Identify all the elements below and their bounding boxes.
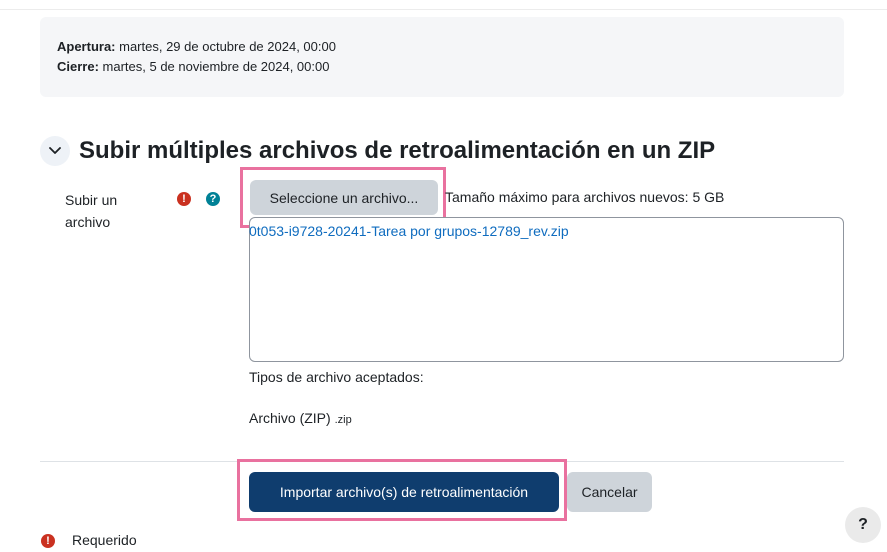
section-title: Subir múltiples archivos de retroaliment… [79, 137, 716, 164]
max-size-note: Tamaño máximo para archivos nuevos: 5 GB [445, 189, 725, 205]
chevron-down-icon[interactable] [40, 136, 70, 166]
section-header[interactable]: Subir múltiples archivos de retroaliment… [40, 136, 715, 166]
opening-date: Apertura: martes, 29 de octubre de 2024,… [57, 39, 336, 54]
required-legend-icon: ! [41, 534, 55, 548]
required-legend: Requerido [72, 532, 137, 548]
cancel-button[interactable]: Cancelar [567, 472, 652, 512]
uploaded-file-link[interactable]: 0t053-i9728-20241-Tarea por grupos-12789… [249, 223, 569, 239]
help-icon[interactable]: ? [206, 192, 220, 206]
accepted-type: Archivo (ZIP) .zip [249, 410, 352, 426]
dates-info-box: Apertura: martes, 29 de octubre de 2024,… [40, 17, 844, 97]
help-fab-button[interactable]: ? [845, 507, 881, 543]
import-button-highlight [237, 459, 567, 521]
closing-date: Cierre: martes, 5 de noviembre de 2024, … [57, 59, 330, 74]
top-divider [0, 9, 887, 10]
required-icon: ! [177, 192, 191, 206]
accepted-types-label: Tipos de archivo aceptados: [249, 369, 424, 385]
upload-field-label: Subir un archivo [65, 192, 118, 230]
file-drop-area[interactable]: 0t053-i9728-20241-Tarea por grupos-12789… [249, 217, 844, 362]
